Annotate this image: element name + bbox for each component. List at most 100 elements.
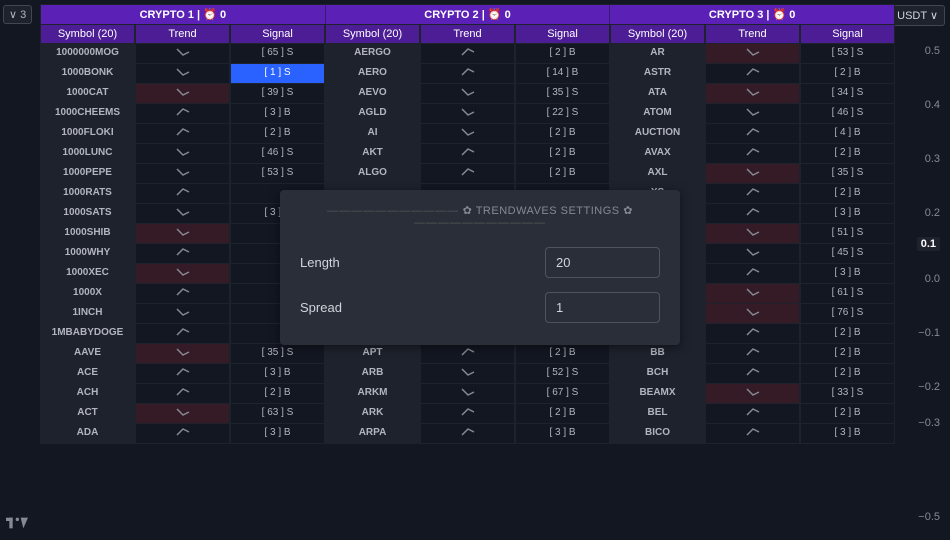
signal-cell: [ 33 ] S: [800, 384, 895, 404]
layout-dropdown[interactable]: ∨ 3: [3, 5, 32, 24]
symbol-cell[interactable]: 1000CAT: [40, 84, 135, 104]
symbol-cell[interactable]: AI: [325, 124, 420, 144]
col-header[interactable]: Trend: [135, 25, 230, 44]
symbol-cell[interactable]: AR: [610, 44, 705, 64]
symbol-cell[interactable]: AAVE: [40, 344, 135, 364]
trend-cell: [420, 84, 515, 104]
signal-cell: [ 51 ] S: [800, 224, 895, 244]
symbol-cell[interactable]: ALGO: [325, 164, 420, 184]
symbol-cell[interactable]: ARK: [325, 404, 420, 424]
trend-cell: [705, 64, 800, 84]
trend-cell: [420, 384, 515, 404]
symbol-cell[interactable]: ASTR: [610, 64, 705, 84]
table-row: 1000000MOG[ 65 ] SAERGO[ 2 ] BAR[ 53 ] S: [40, 44, 895, 64]
price-axis: 0.50.40.30.20.10.0−0.1−0.2−0.3−0.5: [901, 35, 946, 530]
symbol-cell[interactable]: BEL: [610, 404, 705, 424]
symbol-cell[interactable]: ADA: [40, 424, 135, 444]
signal-cell: [ 3 ] B: [800, 264, 895, 284]
symbol-cell[interactable]: 1000000MOG: [40, 44, 135, 64]
symbol-cell[interactable]: APT: [325, 344, 420, 364]
axis-tick: 0.0: [925, 273, 940, 285]
spread-label: Spread: [300, 300, 342, 315]
trend-cell: [705, 404, 800, 424]
symbol-cell[interactable]: 1000WHY: [40, 244, 135, 264]
trend-cell: [135, 364, 230, 384]
trend-cell: [705, 344, 800, 364]
symbol-cell[interactable]: AERO: [325, 64, 420, 84]
symbol-cell[interactable]: BEAMX: [610, 384, 705, 404]
trend-cell: [420, 164, 515, 184]
axis-tick: −0.5: [918, 511, 940, 523]
symbol-cell[interactable]: ACT: [40, 404, 135, 424]
col-header[interactable]: Signal: [230, 25, 325, 44]
col-header[interactable]: Symbol (20): [40, 25, 135, 44]
trend-cell: [705, 104, 800, 124]
group-header-3[interactable]: CRYPTO 3 | ⏰ 0: [610, 5, 894, 24]
trend-cell: [420, 424, 515, 444]
trend-cell: [705, 144, 800, 164]
symbol-cell[interactable]: ATA: [610, 84, 705, 104]
quote-dropdown[interactable]: USDT ∨: [890, 5, 945, 26]
symbol-cell[interactable]: ATOM: [610, 104, 705, 124]
col-header[interactable]: Trend: [420, 25, 515, 44]
signal-cell: [ 3 ] B: [800, 424, 895, 444]
signal-cell: [ 3 ] B: [230, 364, 325, 384]
symbol-cell[interactable]: 1000CHEEMS: [40, 104, 135, 124]
symbol-cell[interactable]: ACE: [40, 364, 135, 384]
symbol-cell[interactable]: 1INCH: [40, 304, 135, 324]
symbol-cell[interactable]: ARB: [325, 364, 420, 384]
signal-cell: [ 46 ] S: [230, 144, 325, 164]
signal-cell: [ 2 ] B: [800, 64, 895, 84]
trend-cell: [705, 304, 800, 324]
signal-cell: [ 45 ] S: [800, 244, 895, 264]
symbol-cell[interactable]: AXL: [610, 164, 705, 184]
symbol-cell[interactable]: ACH: [40, 384, 135, 404]
symbol-cell[interactable]: AUCTION: [610, 124, 705, 144]
symbol-cell[interactable]: 1000PEPE: [40, 164, 135, 184]
table-row: 1000FLOKI[ 2 ] BAI[ 2 ] BAUCTION[ 4 ] B: [40, 124, 895, 144]
group-header-2[interactable]: CRYPTO 2 | ⏰ 0: [326, 5, 611, 24]
trend-cell: [135, 224, 230, 244]
trend-cell: [705, 324, 800, 344]
symbol-cell[interactable]: AGLD: [325, 104, 420, 124]
symbol-cell[interactable]: 1000X: [40, 284, 135, 304]
symbol-cell[interactable]: 1000SHIB: [40, 224, 135, 244]
trend-cell: [420, 344, 515, 364]
symbol-cell[interactable]: ARKM: [325, 384, 420, 404]
symbol-cell[interactable]: 1000RATS: [40, 184, 135, 204]
trend-cell: [420, 44, 515, 64]
symbol-cell[interactable]: 1000XEC: [40, 264, 135, 284]
trend-cell: [705, 184, 800, 204]
symbol-cell[interactable]: AERGO: [325, 44, 420, 64]
table-row: 1000CHEEMS[ 3 ] BAGLD[ 22 ] SATOM[ 46 ] …: [40, 104, 895, 124]
trend-cell: [705, 84, 800, 104]
symbol-cell[interactable]: BB: [610, 344, 705, 364]
signal-cell: [ 22 ] S: [515, 104, 610, 124]
symbol-cell[interactable]: 1MBABYDOGE: [40, 324, 135, 344]
symbol-cell[interactable]: ARPA: [325, 424, 420, 444]
trend-cell: [135, 404, 230, 424]
symbol-cell[interactable]: AVAX: [610, 144, 705, 164]
symbol-cell[interactable]: BCH: [610, 364, 705, 384]
trend-cell: [705, 204, 800, 224]
signal-cell: [ 2 ] B: [515, 144, 610, 164]
symbol-cell[interactable]: BICO: [610, 424, 705, 444]
length-input[interactable]: [545, 247, 660, 278]
symbol-cell[interactable]: 1000SATS: [40, 204, 135, 224]
trend-cell: [135, 64, 230, 84]
col-header[interactable]: Signal: [515, 25, 610, 44]
signal-cell: [ 2 ] B: [800, 404, 895, 424]
symbol-cell[interactable]: AEVO: [325, 84, 420, 104]
symbol-cell[interactable]: 1000LUNC: [40, 144, 135, 164]
trend-cell: [135, 184, 230, 204]
axis-tick: 0.2: [925, 207, 940, 219]
col-header[interactable]: Signal: [800, 25, 895, 44]
col-header[interactable]: Symbol (20): [610, 25, 705, 44]
col-header[interactable]: Trend: [705, 25, 800, 44]
symbol-cell[interactable]: 1000BONK: [40, 64, 135, 84]
symbol-cell[interactable]: 1000FLOKI: [40, 124, 135, 144]
col-header[interactable]: Symbol (20): [325, 25, 420, 44]
spread-input[interactable]: [545, 292, 660, 323]
group-header-1[interactable]: CRYPTO 1 | ⏰ 0: [41, 5, 326, 24]
symbol-cell[interactable]: AKT: [325, 144, 420, 164]
